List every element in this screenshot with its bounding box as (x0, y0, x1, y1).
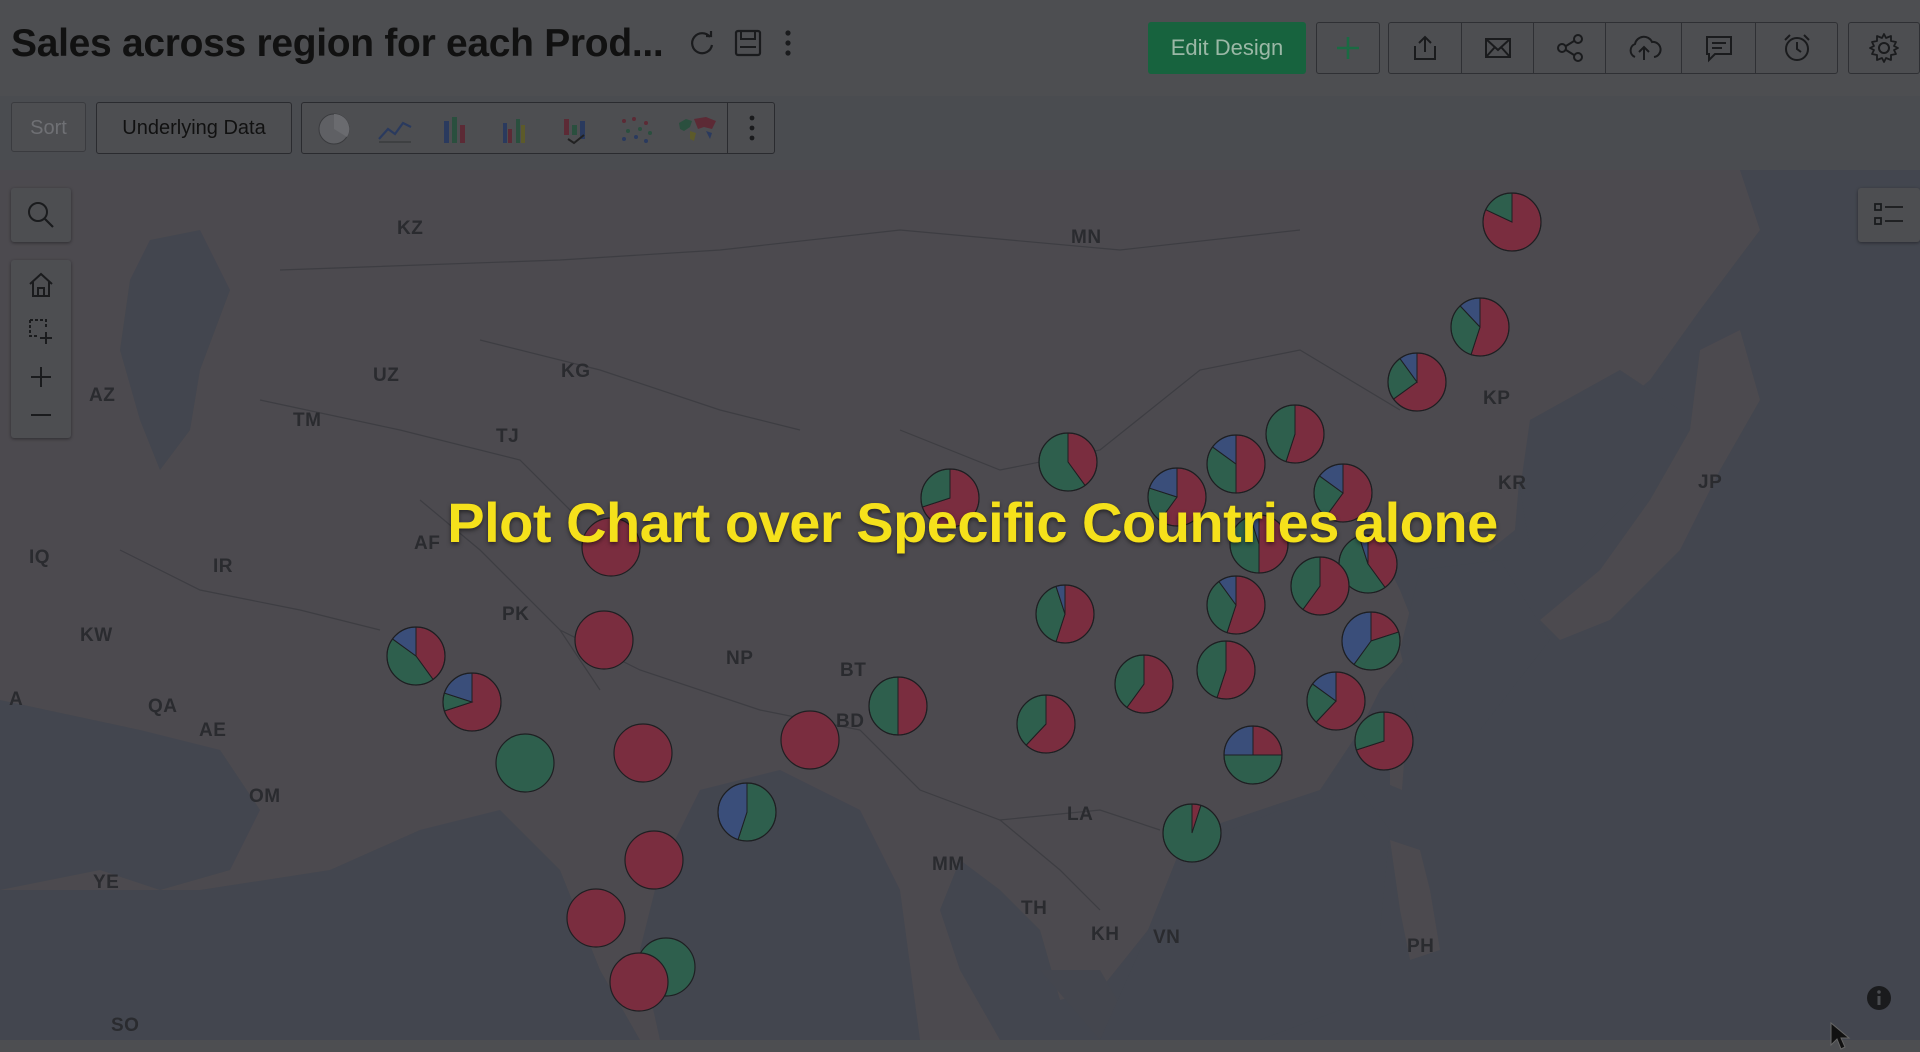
add-icon (1337, 37, 1359, 59)
zoom-in-icon (31, 367, 51, 387)
cloud-upload-icon (1629, 35, 1662, 60)
pie-marker[interactable] (1223, 725, 1283, 785)
analytics-app: Sales across region for each Prod... Edi… (0, 0, 1920, 1052)
zoom-selection-icon (29, 319, 52, 344)
refresh-icon[interactable] (685, 26, 719, 60)
pie-slice[interactable] (868, 676, 899, 736)
sort-button[interactable]: Sort (11, 102, 86, 152)
more-vertical-icon[interactable] (771, 26, 805, 60)
legend-list-icon (1874, 203, 1903, 225)
pie-marker[interactable] (613, 723, 673, 783)
email-icon (1484, 38, 1511, 58)
pie-marker[interactable] (1035, 584, 1095, 644)
pie-marker[interactable] (1354, 711, 1414, 771)
pie-marker[interactable] (1450, 297, 1510, 357)
pie-marker[interactable] (868, 676, 928, 736)
pie-marker[interactable] (1387, 352, 1447, 412)
pie-marker[interactable] (1341, 611, 1401, 671)
actions-toolbar (1388, 22, 1838, 74)
pie-marker[interactable] (609, 952, 669, 1012)
share-icon (1556, 34, 1583, 62)
add-button[interactable] (1316, 22, 1380, 74)
pie-chart-icon[interactable] (316, 111, 352, 147)
pie-slice[interactable] (1235, 434, 1266, 494)
pie-marker[interactable] (1114, 654, 1174, 714)
pie-marker[interactable] (780, 710, 840, 770)
chart-type-switcher (301, 102, 775, 154)
home-button[interactable] (11, 262, 71, 308)
pie-marker[interactable] (1206, 575, 1266, 635)
pie-markers-layer (386, 192, 1542, 1012)
share-button[interactable] (1533, 23, 1605, 73)
underlying-data-button[interactable]: Underlying Data (96, 102, 292, 154)
zoom-out-icon (31, 414, 51, 416)
map-search-control[interactable] (11, 188, 71, 242)
settings-button[interactable] (1848, 22, 1920, 74)
video-caption-overlay: Plot Chart over Specific Countries alone (447, 491, 1498, 554)
geo-map[interactable]: KZ MN UZ KG AZ TM TJ KP KR JP AF IQ IR P… (0, 170, 1920, 1040)
save-icon[interactable] (731, 26, 765, 60)
alarm-clock-icon (1783, 34, 1810, 61)
pie-marker[interactable] (717, 782, 777, 842)
pie-marker[interactable] (1038, 432, 1098, 492)
pie-marker[interactable] (574, 610, 634, 670)
report-title: Sales across region for each Prod... (11, 22, 664, 65)
home-icon (29, 272, 53, 297)
pie-marker[interactable] (1016, 694, 1076, 754)
schedule-button[interactable] (1755, 23, 1837, 73)
bar-chart-icon[interactable] (438, 111, 474, 147)
comment-icon (1705, 36, 1732, 63)
grouped-bar-icon[interactable] (498, 111, 534, 147)
pie-marker[interactable] (386, 626, 446, 686)
legend-toggle-button[interactable] (1858, 188, 1920, 242)
geo-map-icon[interactable] (676, 111, 720, 147)
pie-marker[interactable] (1306, 671, 1366, 731)
report-header: Sales across region for each Prod... Edi… (0, 0, 1920, 96)
edit-design-button[interactable]: Edit Design (1148, 22, 1306, 74)
more-chart-types-button[interactable] (727, 103, 776, 153)
pie-marker[interactable] (624, 830, 684, 890)
pie-marker[interactable] (566, 888, 626, 948)
publish-button[interactable] (1605, 23, 1681, 73)
info-icon[interactable] (1866, 985, 1892, 1011)
mouse-cursor-icon (1830, 1021, 1851, 1050)
pie-slice[interactable] (897, 676, 928, 736)
pie-marker[interactable] (1482, 192, 1542, 252)
zoom-selection-button[interactable] (11, 308, 71, 354)
export-icon (1414, 35, 1436, 60)
email-button[interactable] (1461, 23, 1533, 73)
pie-marker[interactable] (1290, 556, 1350, 616)
waterfall-chart-icon[interactable] (558, 111, 594, 147)
pie-marker[interactable] (1265, 404, 1325, 464)
map-zoom-controls (11, 260, 71, 438)
scatter-chart-icon[interactable] (618, 111, 656, 147)
pie-marker[interactable] (1206, 434, 1266, 494)
zoom-out-button[interactable] (11, 392, 71, 438)
pie-marker[interactable] (442, 672, 502, 732)
pie-slice[interactable] (1223, 754, 1283, 785)
pie-marker[interactable] (1196, 640, 1256, 700)
comment-button[interactable] (1681, 23, 1755, 73)
more-vertical-icon (749, 115, 755, 141)
settings-icon (1869, 33, 1899, 63)
pie-marker[interactable] (495, 733, 555, 793)
horizontal-scrollbar[interactable] (0, 1040, 1920, 1052)
search-icon (28, 202, 54, 228)
pie-marker[interactable] (1162, 803, 1222, 863)
export-button[interactable] (1389, 23, 1461, 73)
line-chart-icon[interactable] (376, 111, 414, 147)
